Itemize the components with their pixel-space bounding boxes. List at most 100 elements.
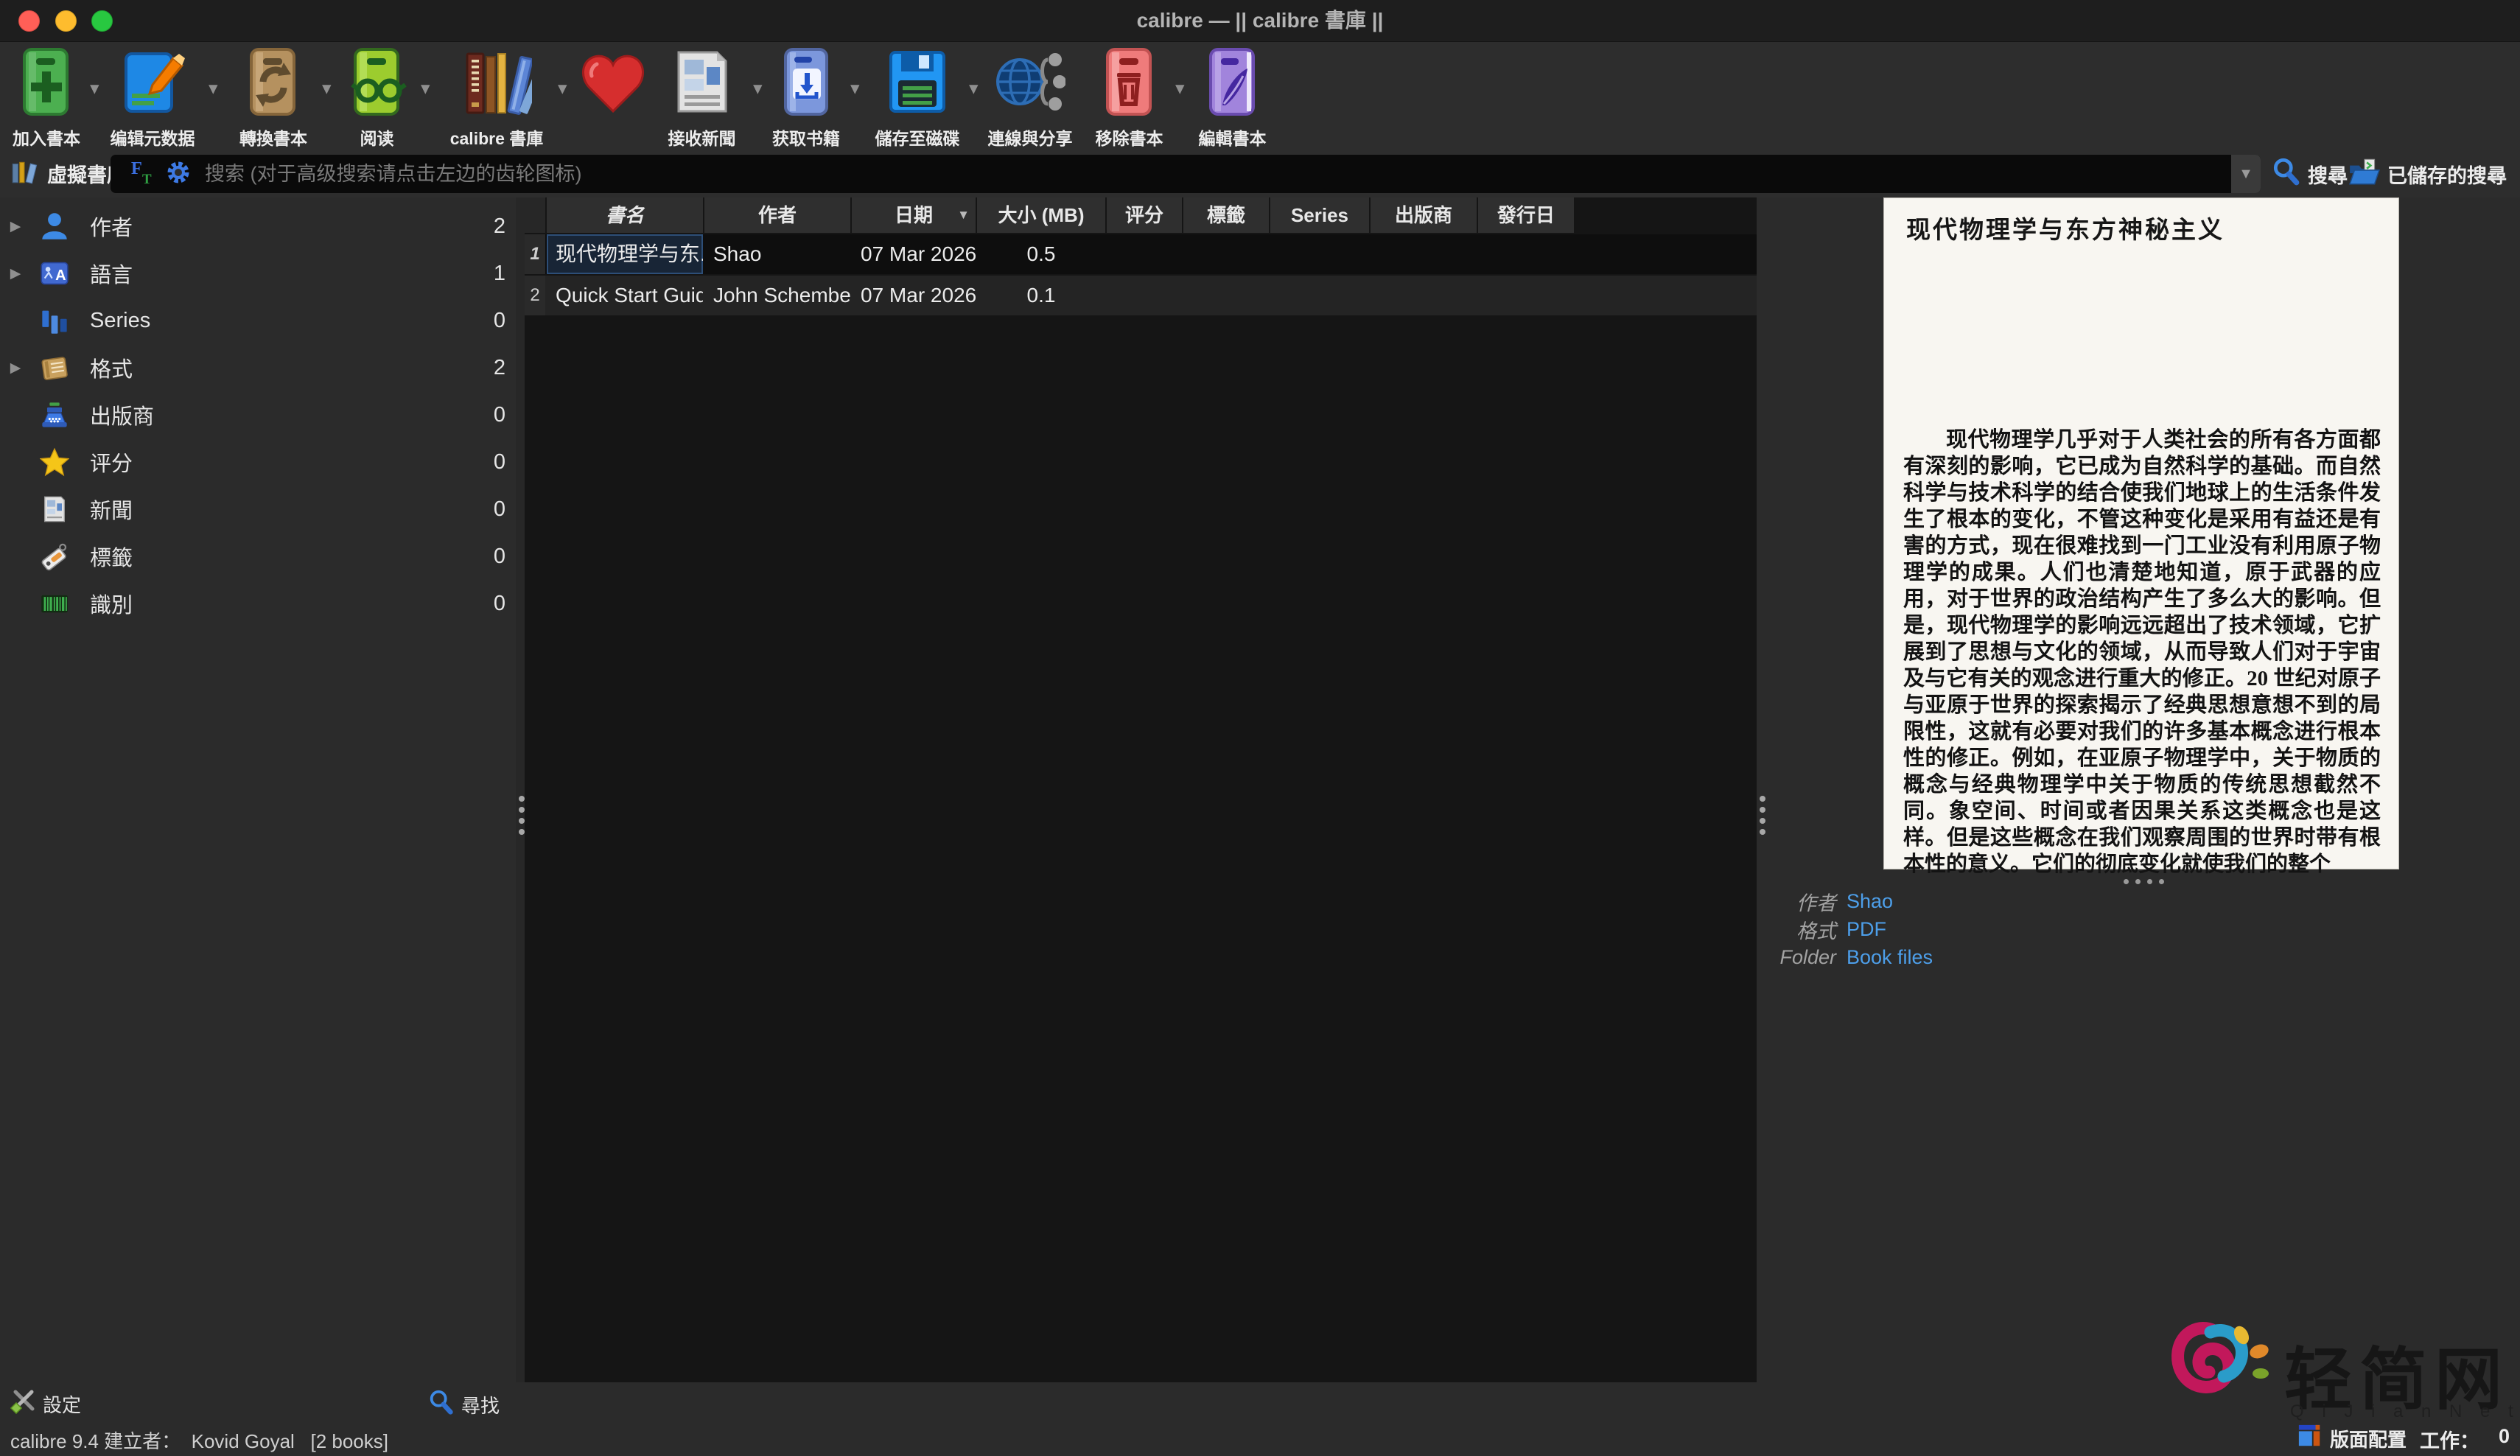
- column-header-author[interactable]: 作者: [704, 197, 850, 233]
- window-title: calibre — || calibre 書庫 ||: [1136, 9, 1384, 32]
- cell-series[interactable]: [1270, 234, 1369, 274]
- cell-date[interactable]: 07 Mar 2026: [852, 276, 976, 315]
- get-books-dropdown-arrow[interactable]: ▾: [850, 77, 860, 99]
- svg-text:F: F: [131, 158, 142, 178]
- format-link[interactable]: PDF: [1847, 918, 1886, 941]
- expand-arrow-icon[interactable]: ▶: [0, 218, 31, 235]
- column-header-series[interactable]: Series: [1270, 197, 1369, 233]
- cover-resize-handle[interactable]: [2124, 879, 2164, 884]
- cell-tags[interactable]: [1183, 276, 1269, 315]
- saved-searches-button[interactable]: 已儲存的搜尋: [2348, 156, 2507, 192]
- main-toolbar: 加入書本 ▾ 编辑元数据 ▾ 轉換書本 ▾ 阅读 ▾ calibre 書庫 ▾ …: [0, 42, 2520, 153]
- fetch-news-button[interactable]: 接收新聞: [663, 46, 741, 150]
- identifiers-barcode-icon: [31, 589, 78, 618]
- search-input[interactable]: [203, 161, 2231, 186]
- add-books-icon: [11, 46, 82, 121]
- toolbar-label: 获取书籍: [772, 129, 840, 148]
- left-splitter[interactable]: [516, 197, 525, 1382]
- sidebar-item-publisher[interactable]: 出版商 0: [0, 399, 516, 431]
- cell-author[interactable]: John Schember: [704, 276, 850, 315]
- edit-metadata-button[interactable]: 编辑元数据: [105, 46, 200, 150]
- toolbar-label: 阅读: [360, 129, 394, 148]
- find-icon: [427, 1388, 455, 1421]
- cell-publisher[interactable]: [1371, 234, 1477, 274]
- remove-books-button[interactable]: 移除書本: [1091, 46, 1168, 150]
- library-button[interactable]: calibre 書庫: [445, 46, 548, 150]
- cell-date[interactable]: 07 Mar 2026: [852, 234, 976, 274]
- column-header-tags[interactable]: 標籤: [1183, 197, 1269, 233]
- jobs-button[interactable]: 工作： 0: [2420, 1425, 2510, 1454]
- sidebar-item-rating[interactable]: 评分 0: [0, 446, 516, 478]
- saved-searches-label: 已儲存的搜尋: [2387, 165, 2507, 187]
- cell-size[interactable]: 0.5: [977, 234, 1105, 274]
- author-icon: [31, 211, 78, 241]
- cell-pubdate[interactable]: [1478, 234, 1574, 274]
- add-books-dropdown-arrow[interactable]: ▾: [90, 77, 99, 99]
- search-field[interactable]: FT ▼: [111, 155, 2261, 193]
- cell-publisher[interactable]: [1371, 276, 1477, 315]
- fetch-news-dropdown-arrow[interactable]: ▾: [753, 77, 763, 99]
- add-books-button[interactable]: 加入書本: [6, 46, 87, 150]
- convert-books-button[interactable]: 轉換書本: [230, 46, 317, 150]
- cell-rating[interactable]: [1107, 276, 1182, 315]
- cell-size[interactable]: 0.1: [977, 276, 1105, 315]
- title-bar: calibre — || calibre 書庫 ||: [0, 0, 2520, 42]
- sort-indicator-icon: ▼: [957, 208, 970, 222]
- cell-title[interactable]: Quick Start Guide: [547, 276, 703, 315]
- get-books-button[interactable]: 获取书籍: [769, 46, 843, 150]
- column-header-publisher[interactable]: 出版商: [1371, 197, 1477, 233]
- column-header-date[interactable]: 日期 ▼: [852, 197, 976, 233]
- view-dropdown-arrow[interactable]: ▾: [421, 77, 430, 99]
- convert-books-dropdown-arrow[interactable]: ▾: [322, 77, 332, 99]
- toolbar-label: 連線與分享: [987, 129, 1073, 148]
- edit-metadata-dropdown-arrow[interactable]: ▾: [209, 77, 218, 99]
- right-splitter[interactable]: [1757, 197, 1765, 1382]
- rating-star-icon: [31, 447, 78, 477]
- cell-rating[interactable]: [1107, 234, 1182, 274]
- sidebar-item-tags[interactable]: 標籤 0: [0, 540, 516, 573]
- sidebar-item-identifiers[interactable]: 識別 0: [0, 587, 516, 620]
- search-options-gear-icon[interactable]: [165, 159, 192, 189]
- cell-series[interactable]: [1270, 276, 1369, 315]
- expand-arrow-icon[interactable]: ▶: [0, 360, 31, 377]
- book-row-2[interactable]: 2 Quick Start Guide John Schember 07 Mar…: [525, 276, 1757, 315]
- cell-author[interactable]: Shao: [704, 234, 850, 274]
- toolbar-label: 轉換書本: [239, 129, 307, 148]
- cell-title[interactable]: 现代物理学与东...: [547, 234, 703, 274]
- book-metadata: 作者 Shao 格式 PDF Folder Book files: [1765, 887, 1933, 971]
- column-header-rating[interactable]: 评分: [1107, 197, 1182, 233]
- sidebar-item-series[interactable]: Series 0: [0, 304, 516, 337]
- full-text-search-icon[interactable]: FT: [130, 158, 155, 190]
- expand-arrow-icon[interactable]: ▶: [0, 265, 31, 282]
- search-history-dropdown[interactable]: ▼: [2231, 155, 2261, 193]
- connect-share-button[interactable]: 連線與分享: [986, 46, 1074, 150]
- tag-browser-settings-button[interactable]: 設定: [10, 1388, 81, 1420]
- search-button[interactable]: 搜尋: [2271, 156, 2348, 192]
- cell-pubdate[interactable]: [1478, 276, 1574, 315]
- sidebar-item-news[interactable]: 新聞 0: [0, 493, 516, 525]
- sidebar-item-languages[interactable]: ▶ A 語言 1: [0, 257, 516, 290]
- layout-button[interactable]: 版面配置: [2297, 1424, 2407, 1454]
- book-row-1[interactable]: 1 现代物理学与东... Shao 07 Mar 2026 0.5: [525, 234, 1757, 274]
- remove-books-dropdown-arrow[interactable]: ▾: [1175, 77, 1185, 99]
- toolbar-label: 编辑元数据: [110, 129, 195, 148]
- save-to-disk-button[interactable]: 儲存至磁碟: [872, 46, 962, 150]
- convert-books-icon: [238, 46, 309, 121]
- sidebar-item-authors[interactable]: ▶ 作者 2: [0, 210, 516, 242]
- column-header-size[interactable]: 大小 (MB): [977, 197, 1105, 233]
- sidebar-item-formats[interactable]: ▶ 格式 2: [0, 351, 516, 384]
- cell-tags[interactable]: [1183, 234, 1269, 274]
- library-dropdown-arrow[interactable]: ▾: [558, 77, 567, 99]
- edit-book-button[interactable]: 編輯書本: [1194, 46, 1271, 150]
- metadata-label: Folder: [1779, 945, 1836, 968]
- book-cover[interactable]: 现代物理学与东方神秘主义 现代物理学几乎对于人类社会的所有各方面都有深刻的影响，…: [1883, 197, 2399, 876]
- tag-browser-find-button[interactable]: 尋找: [427, 1388, 500, 1421]
- virtual-library-button[interactable]: 虛擬書庫: [10, 158, 127, 189]
- save-to-disk-dropdown-arrow[interactable]: ▾: [969, 77, 979, 99]
- view-button[interactable]: 阅读: [342, 46, 412, 150]
- column-header-title[interactable]: 書名: [547, 197, 703, 233]
- column-header-pubdate[interactable]: 發行日: [1478, 197, 1574, 233]
- donate-button[interactable]: [576, 46, 650, 121]
- author-link[interactable]: Shao: [1847, 890, 1893, 913]
- folder-link[interactable]: Book files: [1847, 946, 1933, 969]
